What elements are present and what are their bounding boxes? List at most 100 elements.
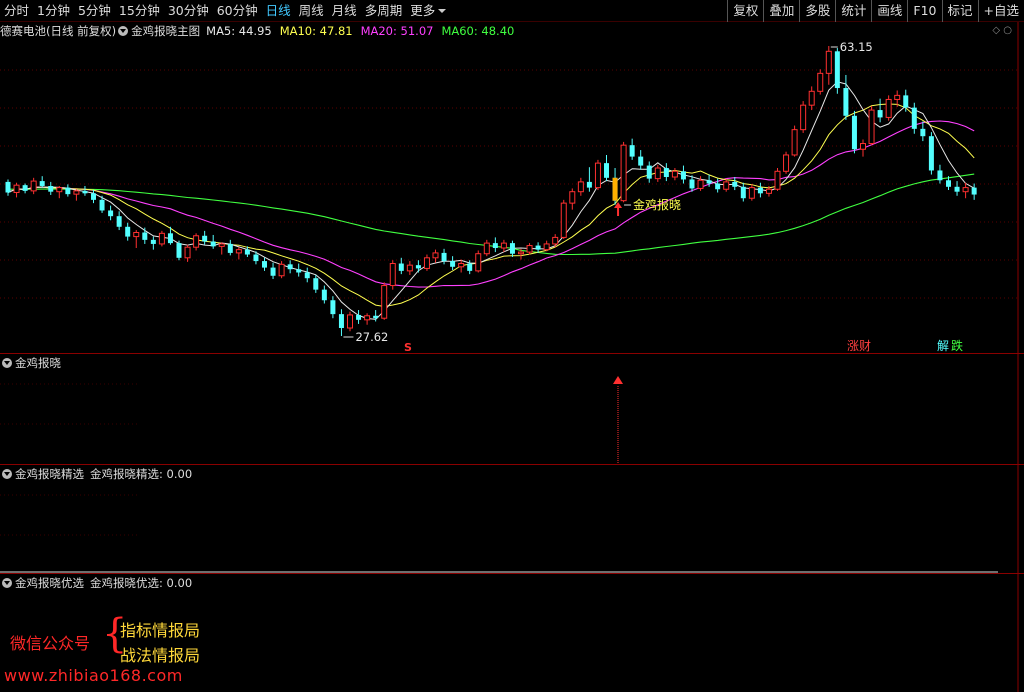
candle-body-down [167,233,173,244]
candle-body-down [142,232,148,240]
candle-body-down [356,314,362,320]
candle-body-down [851,115,857,150]
candle-body-up [133,232,140,238]
candle-body-down [706,180,712,184]
tag-right-b: 跌 [951,338,963,353]
candle-body-up [783,154,790,172]
panel4-menu-icon[interactable] [2,578,12,588]
candle-body-down [82,190,88,194]
candle-body-down [150,239,156,244]
candle-body-down [262,261,267,268]
panel2-header: 金鸡报晓 [0,355,61,371]
candle-body-down [638,156,644,166]
candle-body-down [65,187,71,195]
candle-body-up [406,264,413,272]
candle-body-up [543,243,550,251]
candle-body-down [911,107,917,129]
candle-body-up [723,181,730,190]
candle-body-down [740,186,746,199]
panel3-menu-icon[interactable] [2,469,12,479]
candle-body-down [244,249,250,255]
candle-body-up [894,94,901,100]
panel3-title: 金鸡报晓精选 [15,467,84,481]
candle-body-up [278,263,285,277]
candle-body-up [500,242,507,249]
candle-body-up [748,187,755,199]
candle-body-up [800,104,807,131]
candle-body-down [715,183,721,190]
candle-body-down [757,187,763,194]
candle-body-up [885,98,892,118]
candle-body-down [441,252,447,262]
candle-body-down [877,110,883,118]
candle-body-down [971,187,977,195]
candle-body-up [560,202,567,238]
panel4-header: 金鸡报晓优选 金鸡报晓优选: 0.00 [0,575,192,591]
panel2-menu-icon[interactable] [2,358,12,368]
candle-body-down [373,315,379,319]
candle-body-up [73,190,80,195]
panel-separator [0,353,1024,354]
candle-body-down [338,314,344,329]
candle-body-up [817,72,824,92]
panel-separator [0,464,1024,465]
candle-body-down [39,181,45,186]
candle-body-down [321,289,327,301]
candle-body-down [509,243,515,254]
candle-body-up [381,285,388,319]
candle-body-down [954,186,960,192]
candle-body-up [569,191,576,204]
candle-body-down [450,261,456,267]
candle-body-down [467,263,473,271]
candle-body-up [791,129,798,156]
candle-body-up [526,245,533,253]
candle-body-down [946,180,951,187]
candle-body-up [671,170,678,178]
panel2-title: 金鸡报晓 [15,356,61,370]
candle-body-up [193,235,200,248]
candle-body-down [415,265,421,269]
candle-body-down [492,243,498,249]
candle-body-down [928,136,934,171]
candle-body-up [808,90,815,106]
candle-body-up [158,232,165,245]
candle-body-up [518,251,524,255]
candle-body-down [296,269,302,273]
candle-body-down [5,181,11,193]
candle-body-down [176,243,182,258]
candle-body-down [287,264,293,270]
watermark-line1: 指标情报局 [120,621,201,640]
candle-body-up [364,315,371,321]
tag-right-a: 解 [937,339,949,353]
candle-body-up [30,180,37,192]
candle-body-down [646,165,652,179]
candle-body-down [227,243,233,253]
candle-body-down [270,267,276,276]
candle-body-down [330,300,336,315]
candle-body-down [125,226,131,237]
candle-body-up [483,242,490,255]
tag-left: 涨财 [847,338,871,353]
ma5-line [7,81,975,320]
candle-body-up [552,236,559,245]
candle-body-down [398,263,404,271]
signal-candle [612,177,618,201]
candle-body-down [535,245,541,250]
candle-body-down [253,254,259,262]
candle-body-down [22,185,28,191]
candle-body-down [210,241,216,247]
candle-body-down [903,95,909,108]
candle-body-down [629,145,635,157]
candle-body-up [594,162,601,189]
candle-body-up [868,109,875,145]
panel4-title: 金鸡报晓优选 [15,576,84,590]
candle-body-up [389,263,396,287]
low-price-label: 27.62 [355,330,388,344]
candle-body-up [475,253,482,272]
panel-separator [0,573,1024,574]
candle-body-up [56,187,63,193]
candle-body-down [937,170,943,181]
candle-body-down [604,163,609,178]
candle-body-down [91,193,96,200]
candle-body-down [202,235,208,242]
